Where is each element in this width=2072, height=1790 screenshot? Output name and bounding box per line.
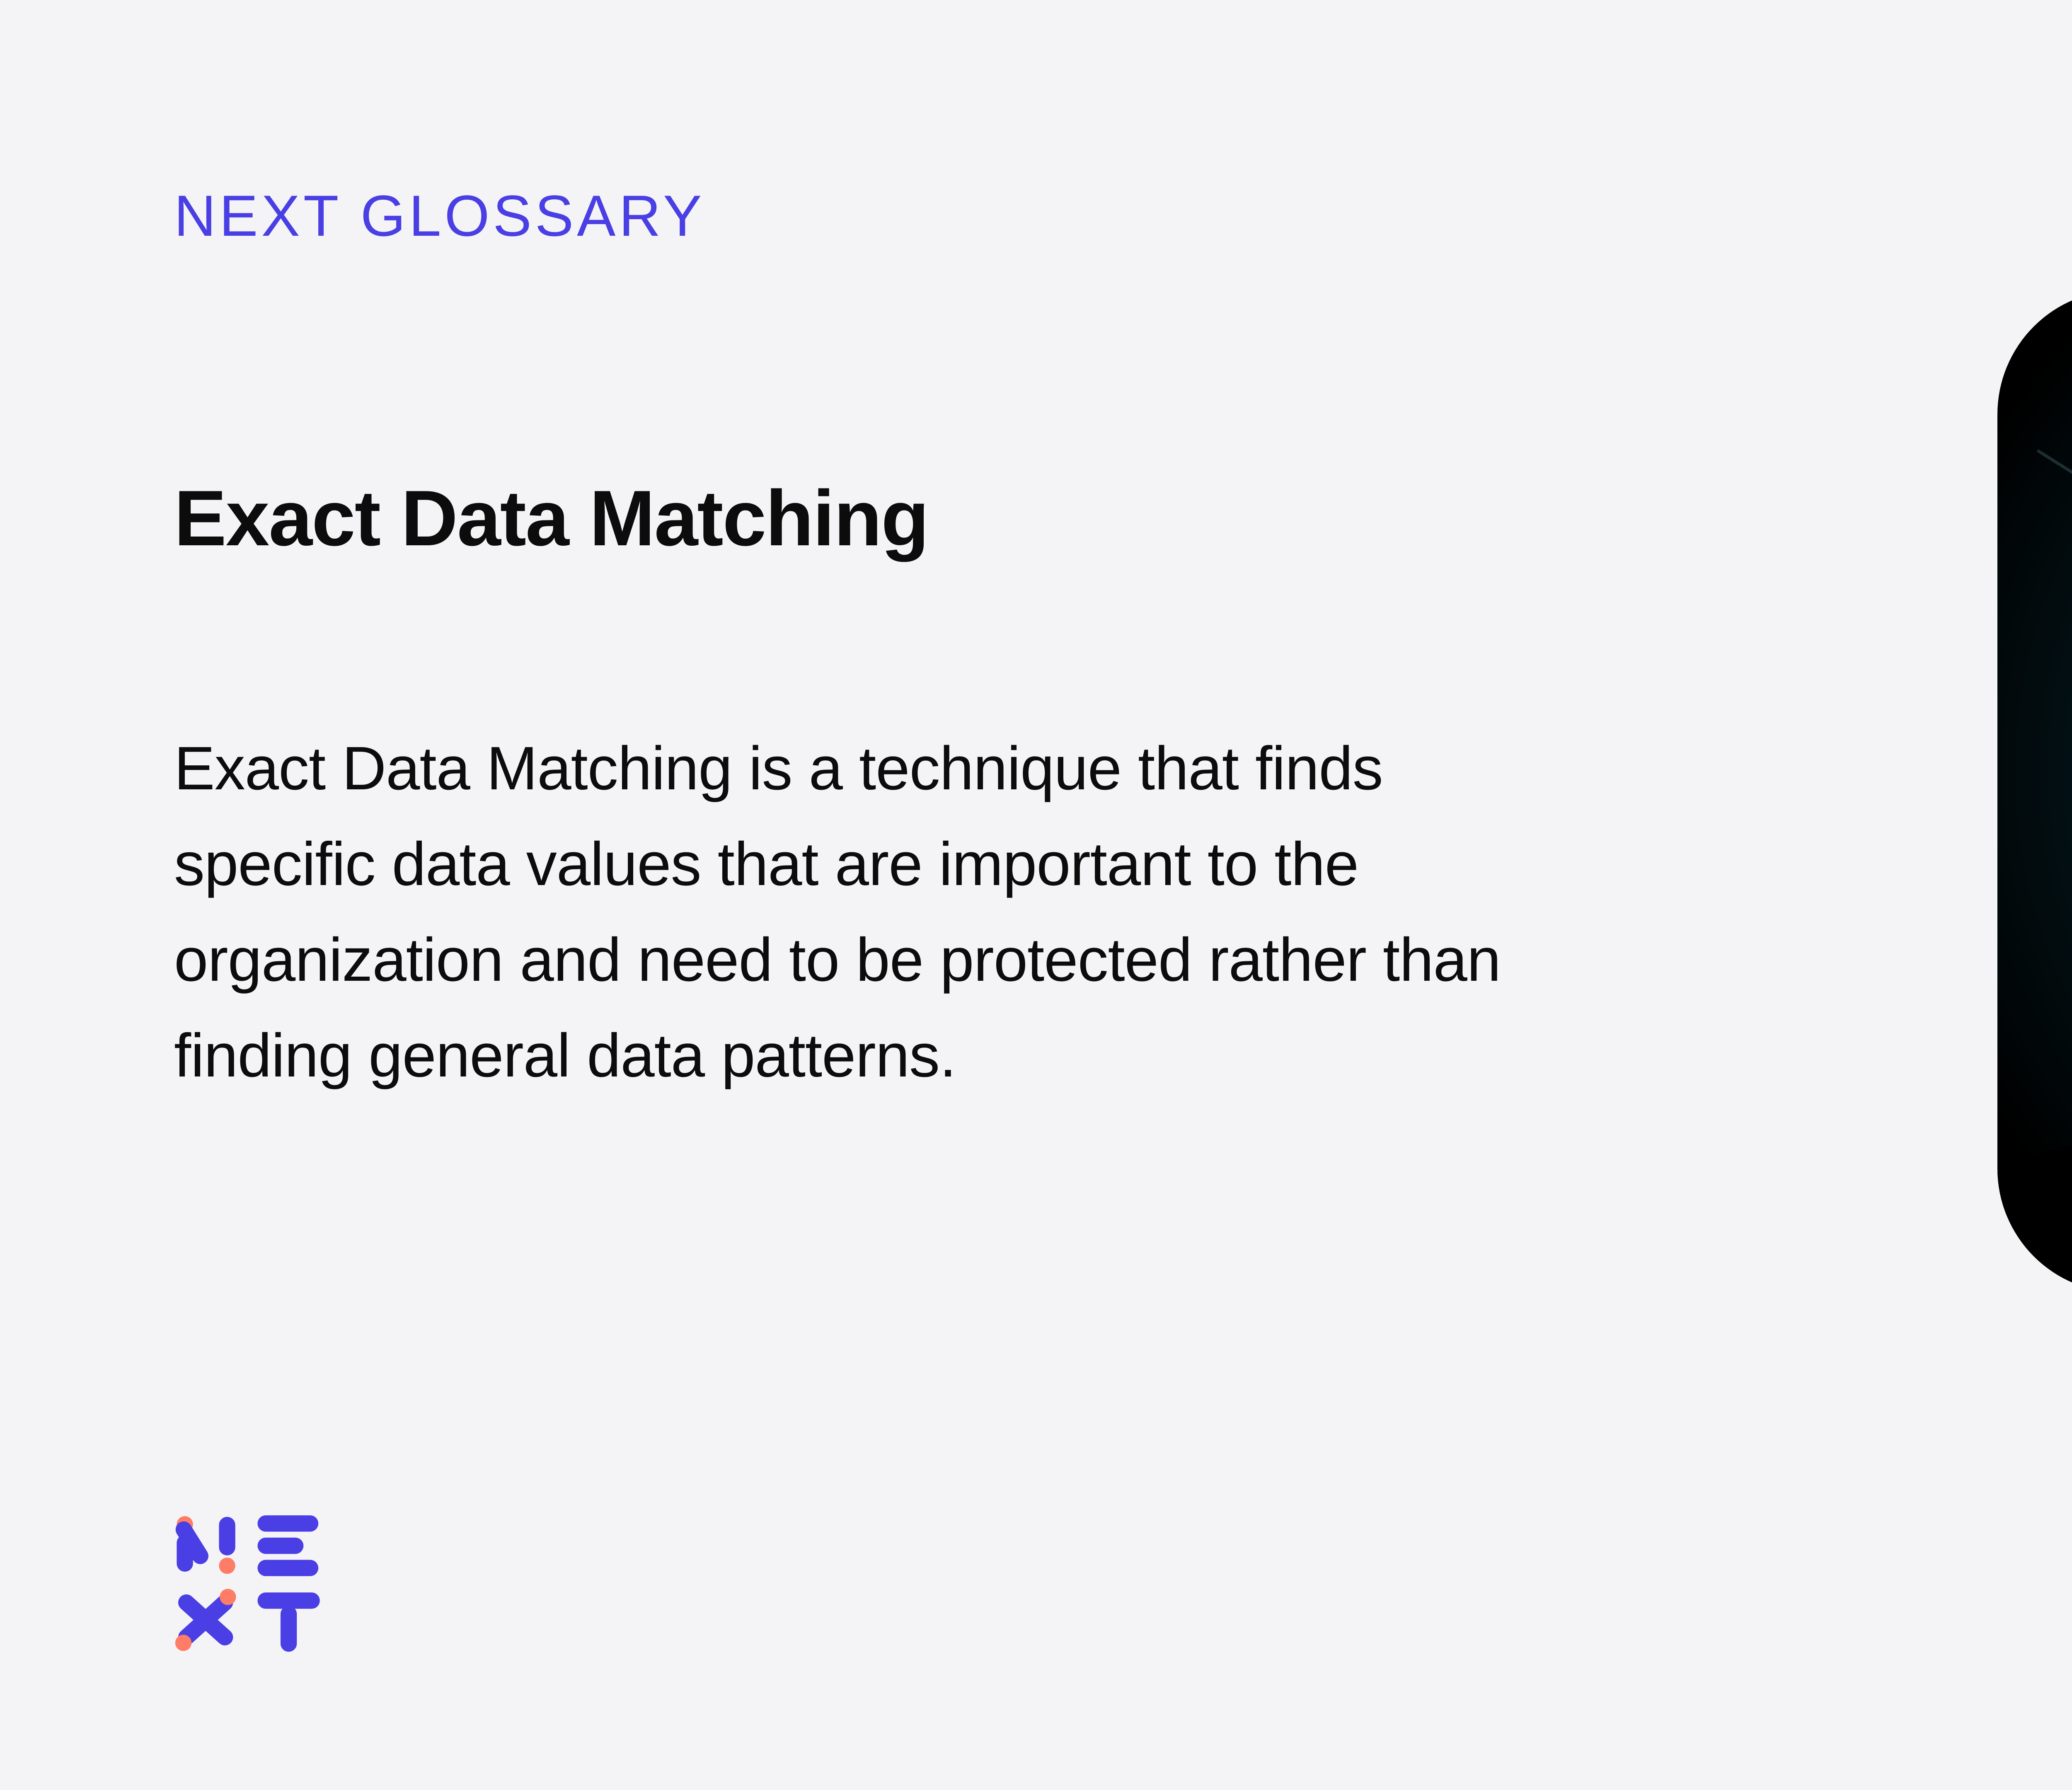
next-logo-icon bbox=[174, 1512, 323, 1653]
abstract-cubes-illustration bbox=[1997, 290, 2072, 1293]
next-logo bbox=[174, 1512, 323, 1653]
hero-image bbox=[1997, 290, 2072, 1293]
definition-body: Exact Data Matching is a technique that … bbox=[174, 721, 1542, 1104]
page-title: Exact Data Matching bbox=[174, 473, 2072, 564]
glossary-slide: NEXT GLOSSARY Exact Data Matching Exact … bbox=[0, 0, 2072, 1790]
eyebrow-label: NEXT GLOSSARY bbox=[174, 182, 2072, 249]
